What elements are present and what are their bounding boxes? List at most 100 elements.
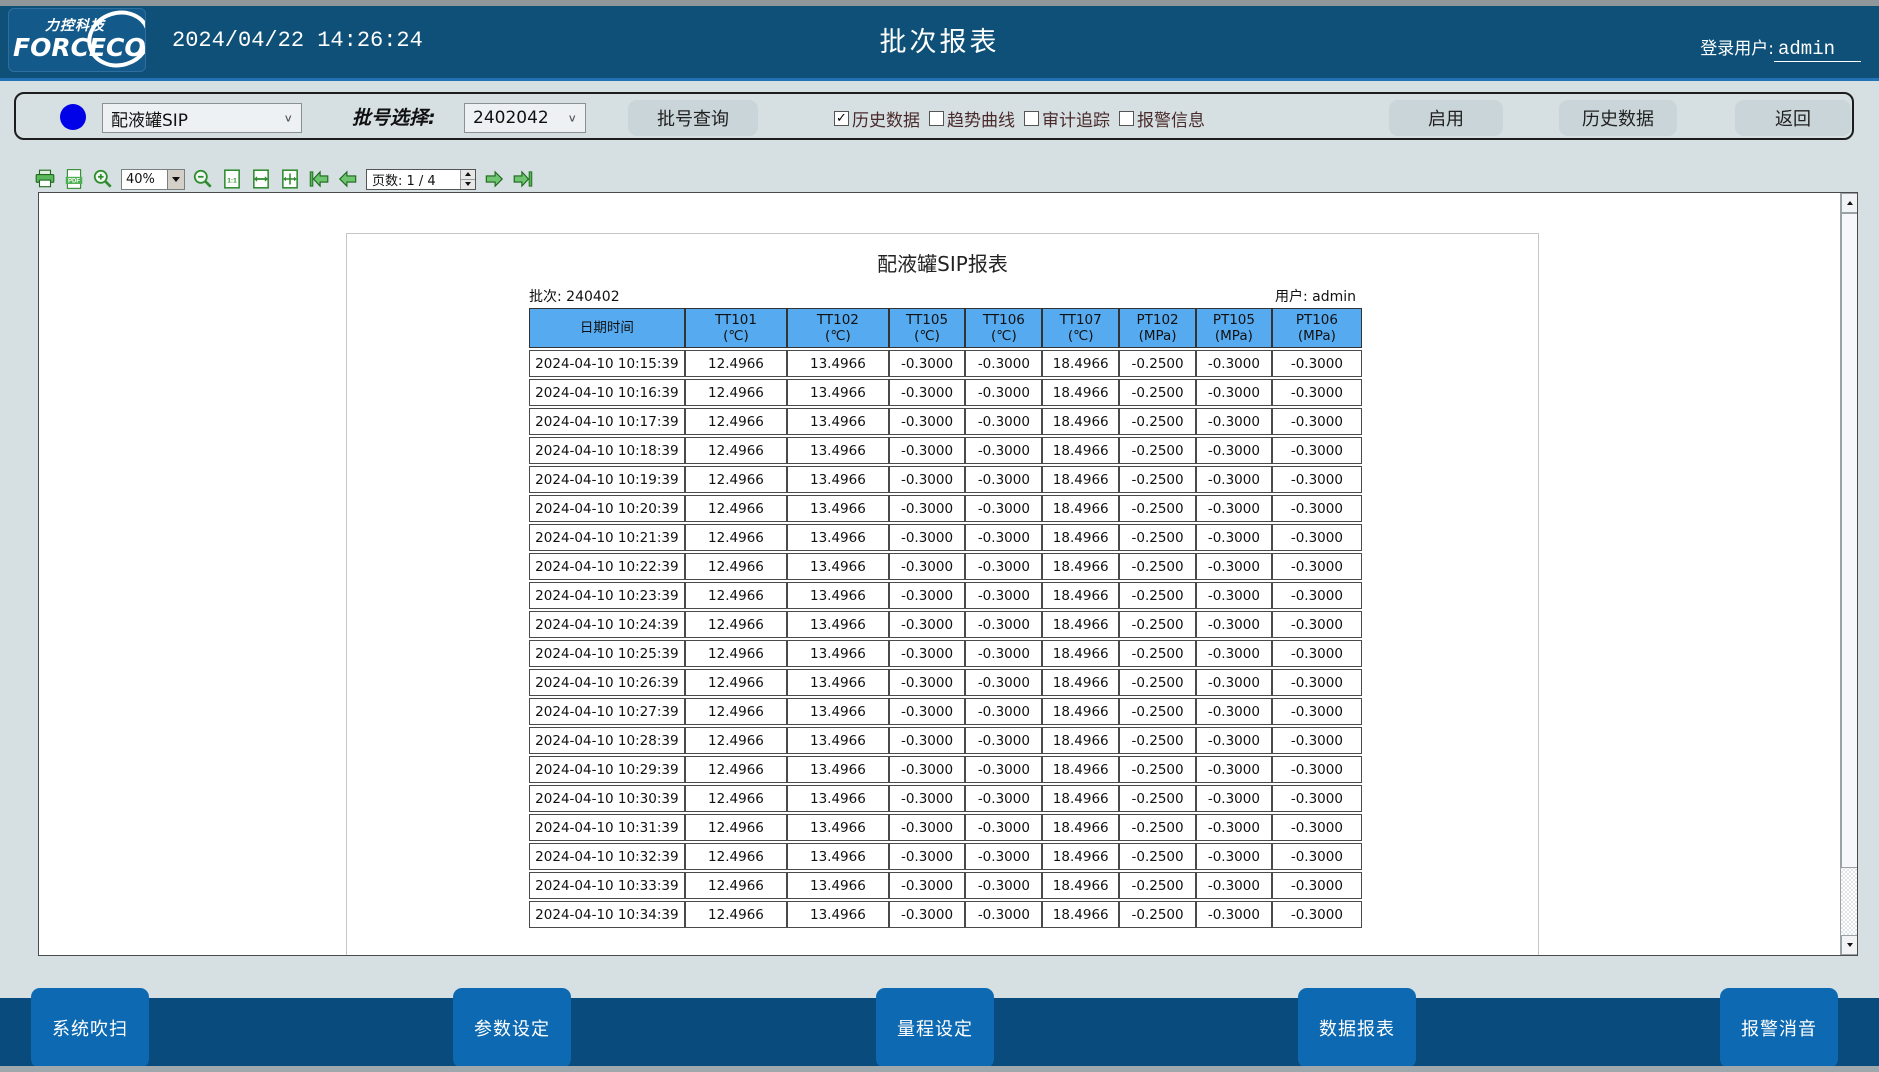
column-header: TT102(℃) bbox=[787, 308, 888, 348]
checkbox-label: 趋势曲线 bbox=[947, 106, 1015, 131]
cell-value: -0.2500 bbox=[1119, 872, 1196, 899]
zoom-level-select[interactable]: 40% bbox=[121, 169, 185, 190]
cell-datetime: 2024-04-10 10:24:39 bbox=[529, 611, 685, 638]
cell-datetime: 2024-04-10 10:33:39 bbox=[529, 872, 685, 899]
checkbox-box[interactable] bbox=[929, 111, 944, 126]
checkbox-box[interactable]: ✓ bbox=[834, 111, 849, 126]
cell-value: 13.4966 bbox=[787, 843, 888, 870]
cell-value: -0.2500 bbox=[1119, 901, 1196, 928]
checkbox-box[interactable] bbox=[1024, 111, 1039, 126]
checkbox-item-1[interactable]: ✓历史数据 bbox=[834, 106, 920, 131]
cell-value: -0.2500 bbox=[1119, 437, 1196, 464]
cell-value: 13.4966 bbox=[787, 785, 888, 812]
vertical-scrollbar[interactable] bbox=[1840, 193, 1857, 955]
cell-value: -0.3000 bbox=[1272, 756, 1362, 783]
cell-value: -0.3000 bbox=[1196, 408, 1272, 435]
return-button[interactable]: 返回 bbox=[1735, 100, 1851, 136]
cell-value: -0.3000 bbox=[1196, 640, 1272, 667]
cell-value: -0.3000 bbox=[1272, 524, 1362, 551]
checkbox-group: ✓历史数据 趋势曲线 审计追踪 报警信息 bbox=[834, 94, 1205, 142]
scroll-up-icon[interactable] bbox=[1841, 193, 1858, 213]
cell-value: -0.3000 bbox=[1272, 814, 1362, 841]
batch-select-label: 批号选择: bbox=[352, 94, 436, 142]
checkbox-item-4[interactable]: 报警信息 bbox=[1119, 106, 1205, 131]
cell-value: -0.3000 bbox=[1196, 901, 1272, 928]
zoom-out-icon[interactable] bbox=[192, 168, 214, 190]
nav-button-5[interactable]: 报警消音 bbox=[1720, 988, 1838, 1068]
prev-page-icon[interactable] bbox=[337, 168, 359, 190]
cell-value: 13.4966 bbox=[787, 756, 888, 783]
zoom-in-icon[interactable] bbox=[92, 168, 114, 190]
table-row: 2024-04-10 10:30:3912.496613.4966-0.3000… bbox=[529, 785, 1362, 812]
page-spinner[interactable] bbox=[460, 170, 475, 189]
spinner-down-icon[interactable] bbox=[461, 180, 475, 189]
dropdown-arrow-icon[interactable] bbox=[167, 170, 184, 189]
cell-value: 13.4966 bbox=[787, 814, 888, 841]
batch-select[interactable]: 2402042 ∨ bbox=[464, 103, 586, 133]
table-row: 2024-04-10 10:31:3912.496613.4966-0.3000… bbox=[529, 814, 1362, 841]
cell-value: -0.2500 bbox=[1119, 640, 1196, 667]
cell-value: 12.4966 bbox=[685, 785, 787, 812]
table-row: 2024-04-10 10:18:3912.496613.4966-0.3000… bbox=[529, 437, 1362, 464]
history-data-button[interactable]: 历史数据 bbox=[1559, 100, 1677, 136]
next-page-icon[interactable] bbox=[483, 168, 505, 190]
enable-button[interactable]: 启用 bbox=[1389, 100, 1503, 136]
page-counter[interactable]: 页数: 1 / 4 bbox=[366, 169, 476, 190]
cell-value: -0.3000 bbox=[1272, 553, 1362, 580]
checkbox-label: 报警信息 bbox=[1137, 106, 1205, 131]
cell-value: -0.3000 bbox=[889, 350, 966, 377]
printer-icon[interactable] bbox=[34, 168, 56, 190]
report-page: 配液罐SIP报表 批次: 240402 用户: admin 日期时间TT101(… bbox=[346, 233, 1539, 956]
cell-value: 18.4966 bbox=[1042, 350, 1119, 377]
cell-value: 13.4966 bbox=[787, 495, 888, 522]
column-header: TT107(℃) bbox=[1042, 308, 1119, 348]
cell-value: 13.4966 bbox=[787, 379, 888, 406]
scrollbar-thumb[interactable] bbox=[1841, 213, 1858, 868]
report-batch-info: 批次: 240402 bbox=[529, 286, 620, 306]
checkbox-label: 审计追踪 bbox=[1042, 106, 1110, 131]
nav-button-1[interactable]: 系统吹扫 bbox=[31, 988, 149, 1068]
spinner-up-icon[interactable] bbox=[461, 170, 475, 180]
scroll-down-icon[interactable] bbox=[1841, 935, 1858, 955]
cell-value: -0.3000 bbox=[1196, 582, 1272, 609]
batch-select-value: 2402042 bbox=[473, 108, 549, 128]
report-table-body: 2024-04-10 10:15:3912.496613.4966-0.3000… bbox=[529, 350, 1362, 928]
fit-page-icon[interactable] bbox=[279, 168, 301, 190]
cell-datetime: 2024-04-10 10:27:39 bbox=[529, 698, 685, 725]
device-select[interactable]: 配液罐SIP ∨ bbox=[102, 103, 302, 133]
table-row: 2024-04-10 10:19:3912.496613.4966-0.3000… bbox=[529, 466, 1362, 493]
last-page-icon[interactable] bbox=[512, 168, 534, 190]
cell-value: 13.4966 bbox=[787, 669, 888, 696]
svg-text:1:1: 1:1 bbox=[227, 177, 237, 184]
cell-value: 13.4966 bbox=[787, 553, 888, 580]
status-indicator-circle bbox=[60, 104, 86, 130]
cell-value: -0.3000 bbox=[1272, 350, 1362, 377]
cell-value: -0.3000 bbox=[1272, 698, 1362, 725]
cell-value: -0.3000 bbox=[1196, 379, 1272, 406]
batch-query-button[interactable]: 批号查询 bbox=[628, 100, 758, 136]
cell-value: 18.4966 bbox=[1042, 727, 1119, 754]
window-bottom-strip bbox=[0, 1066, 1879, 1072]
table-row: 2024-04-10 10:25:3912.496613.4966-0.3000… bbox=[529, 640, 1362, 667]
cell-value: -0.3000 bbox=[965, 495, 1042, 522]
login-user: admin bbox=[1774, 38, 1861, 62]
pdf-export-icon[interactable]: PDF bbox=[63, 168, 85, 190]
table-row: 2024-04-10 10:24:3912.496613.4966-0.3000… bbox=[529, 611, 1362, 638]
checkbox-item-2[interactable]: 趋势曲线 bbox=[929, 106, 1015, 131]
cell-value: -0.3000 bbox=[1196, 727, 1272, 754]
cell-value: -0.3000 bbox=[1272, 611, 1362, 638]
nav-button-2[interactable]: 参数设定 bbox=[453, 988, 571, 1068]
cell-value: -0.3000 bbox=[965, 669, 1042, 696]
column-header: TT106(℃) bbox=[965, 308, 1042, 348]
column-header: PT102(MPa) bbox=[1119, 308, 1196, 348]
actual-size-icon[interactable]: 1:1 bbox=[221, 168, 243, 190]
checkbox-box[interactable] bbox=[1119, 111, 1134, 126]
first-page-icon[interactable] bbox=[308, 168, 330, 190]
fit-width-icon[interactable] bbox=[250, 168, 272, 190]
cell-datetime: 2024-04-10 10:30:39 bbox=[529, 785, 685, 812]
nav-button-3[interactable]: 量程设定 bbox=[876, 988, 994, 1068]
cell-value: -0.3000 bbox=[965, 727, 1042, 754]
page-counter-text: 页数: 1 / 4 bbox=[372, 170, 436, 189]
nav-button-4[interactable]: 数据报表 bbox=[1298, 988, 1416, 1068]
checkbox-item-3[interactable]: 审计追踪 bbox=[1024, 106, 1110, 131]
